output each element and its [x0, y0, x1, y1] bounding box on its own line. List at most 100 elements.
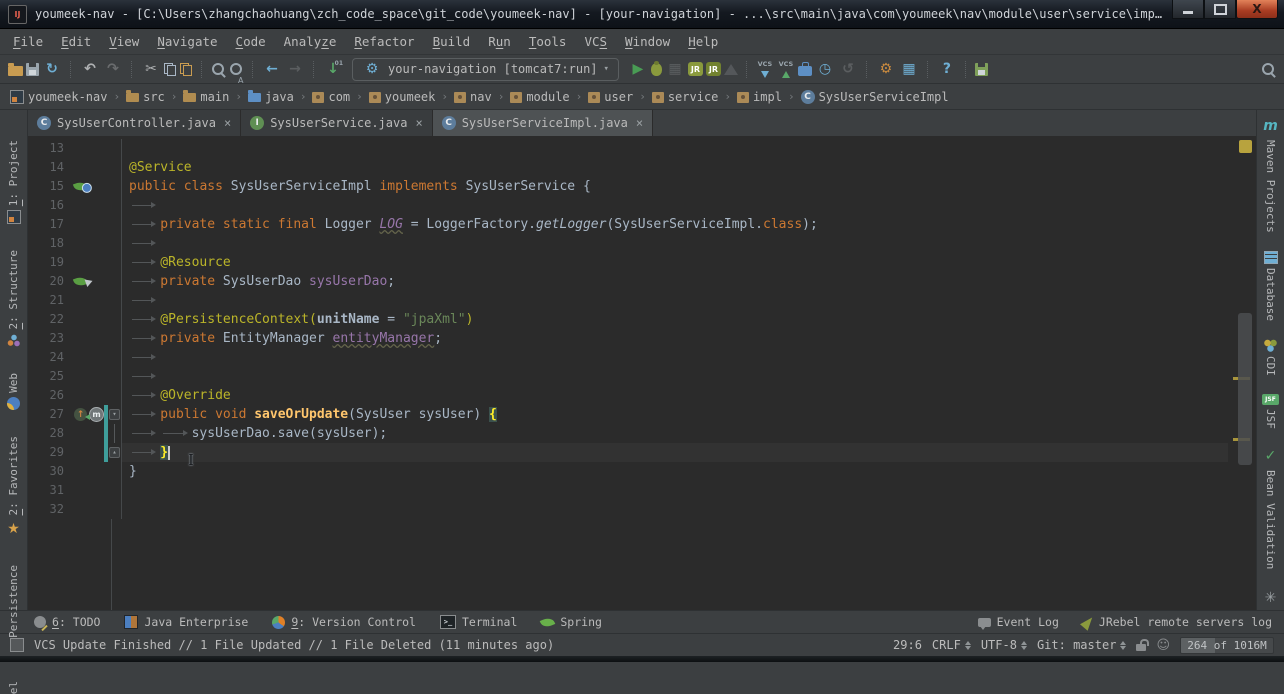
breadcrumb-item-sysuserserviceimpl[interactable]: CSysUserServiceImpl — [799, 89, 951, 105]
code-text[interactable] — [121, 139, 1228, 158]
code-line[interactable]: 22 @PersistenceContext(unitName = "jpaXml… — [28, 310, 1228, 329]
tool-button-6-todo[interactable]: 6: TODO — [34, 615, 100, 629]
tab-SysUserService.java[interactable]: ISysUserService.java× — [241, 110, 433, 136]
inspection-status-icon[interactable] — [1239, 140, 1252, 153]
shelf-button[interactable] — [798, 66, 812, 76]
menu-refactor[interactable]: Refactor — [345, 31, 423, 52]
code-line[interactable]: 29 ▴} — [28, 443, 1228, 462]
coverage-button[interactable]: ▦ — [665, 59, 685, 79]
tool-button-1-project[interactable]: 1: Project — [7, 140, 21, 224]
tool-button-terminal[interactable]: >_Terminal — [440, 615, 517, 629]
tool-button-event-log[interactable]: Event Log — [978, 615, 1059, 629]
breadcrumb-item-java[interactable]: java — [246, 89, 296, 105]
line-number[interactable]: 19 — [28, 253, 74, 272]
breadcrumb-item-com[interactable]: com — [310, 89, 352, 105]
redo-button[interactable]: ↷ — [103, 59, 123, 79]
memory-indicator[interactable]: 264 of 1016M — [1180, 637, 1274, 654]
breadcrumb-item-service[interactable]: service — [650, 89, 721, 105]
project-structure-button[interactable]: ▦ — [899, 59, 919, 79]
code-text[interactable]: @PersistenceContext(unitName = "jpaXml") — [121, 310, 1228, 329]
code-line[interactable]: 14 @Service — [28, 158, 1228, 177]
jrebel-debug-button[interactable]: JR — [706, 62, 721, 76]
tool-button-jsf[interactable]: JSFJSF — [1262, 394, 1279, 429]
line-number[interactable]: 28 — [28, 424, 74, 443]
code-text[interactable]: private EntityManager entityManager; — [121, 329, 1228, 348]
sync-button[interactable]: ↻ — [42, 59, 62, 79]
breadcrumb-item-user[interactable]: user — [586, 89, 635, 105]
make-button[interactable]: ↓ — [323, 59, 343, 79]
tool-button-bean-validation[interactable]: ✓Bean Validation — [1261, 446, 1281, 569]
find-button[interactable] — [211, 62, 226, 77]
code-line[interactable]: 20 private SysUserDao sysUserDao; — [28, 272, 1228, 291]
line-number[interactable]: 22 — [28, 310, 74, 329]
spring-bean-icon[interactable] — [73, 180, 88, 193]
breadcrumb-item-impl[interactable]: impl — [735, 89, 784, 105]
code-line[interactable]: 24 — [28, 348, 1228, 367]
tool-window-toggle-icon[interactable] — [10, 638, 24, 652]
line-number[interactable]: 29 — [28, 443, 74, 462]
line-number[interactable]: 17 — [28, 215, 74, 234]
line-number[interactable]: 24 — [28, 348, 74, 367]
run-button[interactable]: ▶ — [628, 59, 648, 79]
code-line[interactable]: 15public class SysUserServiceImpl implem… — [28, 177, 1228, 196]
line-number[interactable]: 18 — [28, 234, 74, 253]
tool-button-2-structure[interactable]: 2: Structure — [7, 250, 20, 346]
history-button[interactable]: ◷ — [815, 59, 835, 79]
hector-inspector-icon[interactable]: ☺ — [1156, 638, 1170, 653]
paste-button[interactable] — [180, 63, 193, 76]
line-ending-selector[interactable]: CRLF — [932, 638, 971, 652]
code-line[interactable]: 25 — [28, 367, 1228, 386]
code-text[interactable]: @Service — [121, 158, 1228, 177]
line-number[interactable]: 21 — [28, 291, 74, 310]
tool-button-spring[interactable]: Spring — [541, 615, 602, 629]
code-text[interactable]: } — [121, 443, 1228, 462]
line-number[interactable]: 13 — [28, 139, 74, 158]
tab-SysUserServiceImpl.java[interactable]: CSysUserServiceImpl.java× — [433, 110, 653, 136]
line-number[interactable]: 31 — [28, 481, 74, 500]
fold-column[interactable]: ▴ — [108, 443, 121, 462]
code-line[interactable]: 32 — [28, 500, 1228, 519]
code-area[interactable]: 1314 @Service15public class SysUserServic… — [28, 137, 1228, 610]
jrebel-m-icon[interactable]: m — [89, 407, 104, 422]
breadcrumb-item-youmeek[interactable]: youmeek — [367, 89, 438, 105]
fold-column[interactable]: ▾ — [108, 405, 121, 424]
menu-build[interactable]: Build — [424, 31, 480, 52]
menu-navigate[interactable]: Navigate — [148, 31, 226, 52]
code-line[interactable]: 19 @Resource — [28, 253, 1228, 272]
fold-column[interactable] — [108, 424, 121, 443]
run-configuration-selector[interactable]: ⚙your-navigation [tomcat7:run]▾ — [352, 58, 619, 81]
line-number[interactable]: 30 — [28, 462, 74, 481]
minimize-button[interactable] — [1172, 0, 1204, 19]
line-number[interactable]: 20 — [28, 272, 74, 291]
code-text[interactable]: private static final Logger LOG = Logger… — [121, 215, 1228, 234]
tool-button-java-enterprise[interactable]: Java Enterprise — [124, 615, 248, 629]
tool-button-9-version-control[interactable]: 9: Version Control — [272, 615, 416, 629]
line-number[interactable]: 14 — [28, 158, 74, 177]
tab-SysUserController.java[interactable]: CSysUserController.java× — [28, 110, 241, 136]
code-text[interactable] — [121, 196, 1228, 215]
code-text[interactable]: private SysUserDao sysUserDao; — [121, 272, 1228, 291]
menu-tools[interactable]: Tools — [520, 31, 576, 52]
code-line[interactable]: 28sysUserDao.save(sysUser); — [28, 424, 1228, 443]
menu-vcs[interactable]: VCS — [575, 31, 616, 52]
line-number[interactable]: 27 — [28, 405, 74, 424]
fold-marker[interactable]: ▴ — [109, 447, 120, 458]
menu-view[interactable]: View — [100, 31, 148, 52]
code-text[interactable]: @Resource — [121, 253, 1228, 272]
code-line[interactable]: 27↑m▾public void saveOrUpdate(SysUser sy… — [28, 405, 1228, 424]
editor[interactable]: 1314 @Service15public class SysUserServic… — [28, 137, 1256, 610]
code-line[interactable]: 30} — [28, 462, 1228, 481]
settings-button[interactable]: ⚙ — [876, 59, 896, 79]
menu-code[interactable]: Code — [227, 31, 275, 52]
close-icon[interactable]: × — [224, 116, 231, 130]
debug-button[interactable] — [651, 63, 662, 76]
fold-marker[interactable]: ▾ — [109, 409, 120, 420]
vcs-update-button[interactable]: VCS — [756, 59, 774, 79]
tool-button-cdi[interactable]: CDI — [1264, 339, 1277, 376]
code-text[interactable] — [121, 234, 1228, 253]
breadcrumb-item-nav[interactable]: nav — [452, 89, 494, 105]
menu-help[interactable]: Help — [679, 31, 727, 52]
code-text[interactable]: public class SysUserServiceImpl implemen… — [121, 177, 1228, 196]
line-number[interactable]: 26 — [28, 386, 74, 405]
jrebel-sync-button[interactable] — [975, 63, 988, 76]
